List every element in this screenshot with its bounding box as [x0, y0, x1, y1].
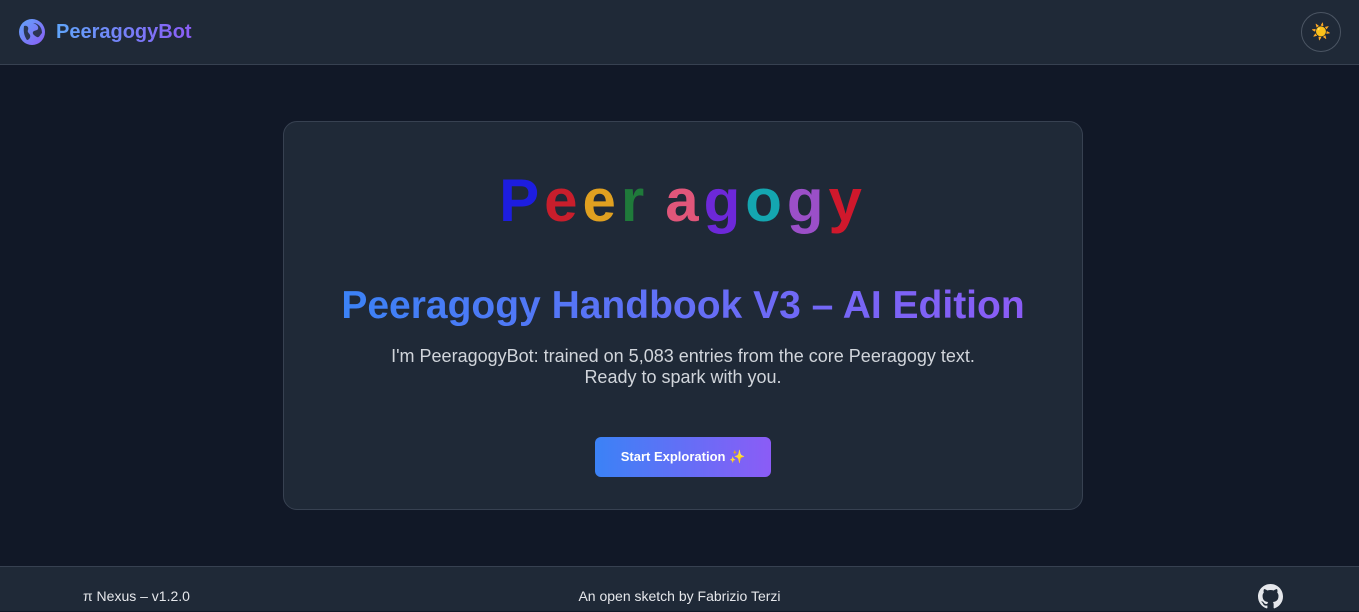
logo-letter: o — [745, 167, 787, 234]
start-exploration-button[interactable]: Start Exploration ✨ — [595, 437, 771, 477]
logo-letter: r — [620, 167, 650, 234]
hero-card: Peer agogy Peeragogy Handbook V3 – AI Edi… — [283, 121, 1083, 510]
logo-letter: a — [665, 167, 704, 234]
logo-letter: e — [544, 167, 583, 234]
logo-letter: g — [786, 167, 829, 234]
footer: π Nexus – v1.2.0 An open sketch by Fabri… — [0, 566, 1359, 611]
logo-letter: g — [703, 167, 746, 234]
globe-icon — [19, 19, 45, 45]
brand-name: PeeragogyBot — [56, 20, 192, 43]
peeragogy-logo-wordmark: Peer agogy — [284, 166, 1082, 236]
logo-letter: y — [828, 167, 867, 234]
page-title-text: Peeragogy Handbook V3 – AI Edition — [341, 284, 1025, 327]
github-icon — [1258, 584, 1283, 609]
sun-icon: ☀️ — [1311, 24, 1331, 41]
top-header: PeeragogyBot ☀️ — [0, 0, 1359, 65]
page-title: Peeragogy Handbook V3 – AI Edition — [284, 284, 1082, 328]
intro-subtitle: I'm PeeragogyBot: trained on 5,083 entri… — [391, 346, 975, 387]
logo-letter: e — [582, 167, 621, 234]
author-credit: An open sketch by Fabrizio Terzi — [578, 588, 781, 604]
brand-link[interactable]: PeeragogyBot — [18, 18, 192, 46]
logo-letter: P — [499, 167, 545, 234]
github-link[interactable] — [1258, 584, 1283, 609]
theme-toggle-button[interactable]: ☀️ — [1301, 12, 1341, 52]
